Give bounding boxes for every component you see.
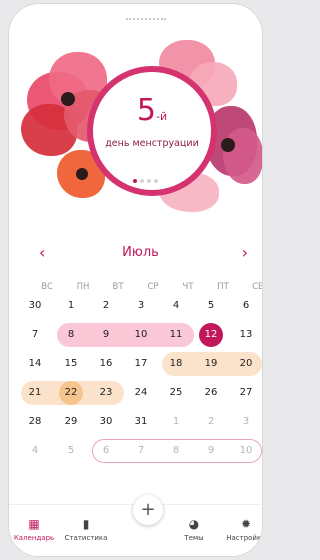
calendar-day[interactable]: 18 (164, 352, 188, 376)
weekday-label: ВТ (112, 282, 124, 292)
calendar-day[interactable]: 8 (164, 439, 188, 463)
cycle-day-description: день менструации (105, 138, 199, 149)
calendar-day[interactable]: 10 (129, 323, 153, 347)
calendar-day[interactable]: 31 (129, 410, 153, 434)
hero-flowers[interactable]: 5-й день менструации (9, 32, 262, 222)
add-button[interactable]: + (133, 495, 163, 525)
calendar-day[interactable]: 7 (23, 323, 47, 347)
weekday-label: СР (147, 282, 159, 292)
calendar-day[interactable]: 5 (199, 294, 223, 318)
month-selector: ‹ Июль › (33, 244, 248, 262)
calendar-day[interactable]: 2 (199, 410, 223, 434)
calendar-day[interactable]: 9 (94, 323, 118, 347)
calendar-day[interactable]: 1 (59, 294, 83, 318)
nav-item-label: Календарь (13, 534, 55, 542)
bottom-nav: + ▦ Календарь ▮ Статистика ◕ Темы ✹ Настройки (9, 495, 262, 556)
calendar-day[interactable]: 29 (59, 410, 83, 434)
calendar-day[interactable]: 6 (234, 294, 258, 318)
calendar-day[interactable]: 27 (234, 381, 258, 405)
calendar-day[interactable]: 11 (164, 323, 188, 347)
nav-item-2[interactable]: ◕ Темы (164, 517, 224, 542)
calendar-day[interactable]: 23 (94, 381, 118, 405)
weekday-label: СБ (252, 282, 262, 292)
calendar-day[interactable]: 9 (199, 439, 223, 463)
flower-center (76, 168, 88, 180)
month-title: Июль (122, 245, 159, 260)
cycle-day-suffix: -й (155, 110, 168, 123)
flower-petal (223, 128, 262, 184)
weekday-label: ПТ (217, 282, 229, 292)
calendar-day[interactable]: 7 (129, 439, 153, 463)
phone-screen: 5-й день менструации ‹ Июль › ВС ПН ВТ СР ЧТ… (9, 4, 262, 556)
calendar-day[interactable]: 21 (23, 381, 47, 405)
calendar-day[interactable]: 1 (164, 410, 188, 434)
palette-icon: ◕ (188, 517, 200, 531)
calendar-day[interactable]: 5 (59, 439, 83, 463)
nav-item-label: Темы (184, 534, 204, 542)
calendar-day[interactable]: 3 (234, 410, 258, 434)
calendar-day[interactable]: 30 (94, 410, 118, 434)
calendar-day[interactable]: 17 (129, 352, 153, 376)
calendar-day[interactable]: 3 (129, 294, 153, 318)
weekday-label: ЧТ (182, 282, 194, 292)
calendar-day-today[interactable]: 12 (199, 323, 223, 347)
calendar-day[interactable]: 4 (23, 439, 47, 463)
flower-center (61, 92, 75, 106)
weekday-label: ВС (41, 282, 53, 292)
calendar-day[interactable]: 15 (59, 352, 83, 376)
page-dot[interactable] (140, 179, 144, 183)
calendar-day[interactable]: 8 (59, 323, 83, 347)
page-dot[interactable] (154, 179, 158, 183)
nav-item-1[interactable]: ▮ Статистика (56, 517, 116, 542)
page-indicator (133, 168, 161, 187)
nav-item-label: Статистика (64, 534, 108, 542)
nav-item-3[interactable]: ✹ Настройки (216, 517, 262, 542)
calendar-day[interactable]: 19 (199, 352, 223, 376)
calendar-day-ovulation[interactable]: 22 (59, 381, 83, 405)
calendar-day[interactable]: 10 (234, 439, 258, 463)
calendar-day[interactable]: 14 (23, 352, 47, 376)
nav-item-label: Настройки (226, 534, 262, 542)
calendar-day[interactable]: 30 (23, 294, 47, 318)
calendar-day[interactable]: 6 (94, 439, 118, 463)
page-dot[interactable] (147, 179, 151, 183)
calendar-day[interactable]: 20 (234, 352, 258, 376)
speaker-grille (126, 18, 166, 23)
calendar-day[interactable]: 28 (23, 410, 47, 434)
calendar-day[interactable]: 25 (164, 381, 188, 405)
weekday-label: ПН (76, 282, 90, 292)
bar-chart-icon: ▮ (82, 517, 90, 531)
cycle-day-number: 5-й (136, 93, 168, 128)
calendar-day[interactable]: 16 (94, 352, 118, 376)
calendar-day[interactable]: 2 (94, 294, 118, 318)
calendar-day[interactable]: 26 (199, 381, 223, 405)
chevron-right-icon[interactable]: › (242, 244, 248, 262)
flower-center (221, 138, 235, 152)
calendar-day[interactable]: 13 (234, 323, 258, 347)
page-dot[interactable] (133, 179, 137, 183)
gear-icon: ✹ (240, 517, 252, 531)
calendar-day[interactable]: 4 (164, 294, 188, 318)
calendar-day[interactable]: 24 (129, 381, 153, 405)
